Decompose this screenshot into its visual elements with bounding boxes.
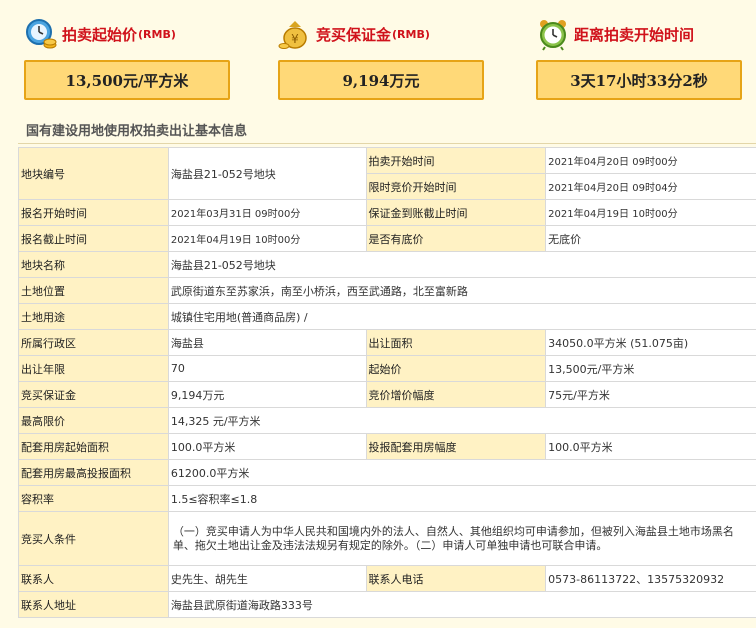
section-divider (18, 143, 756, 144)
alarm-clock-icon (536, 17, 570, 51)
money-bag-icon: ¥ (278, 17, 312, 51)
deposit-block: ¥ 竞买保证金 (RMB) 9,194万元 (278, 0, 498, 110)
location-label: 土地位置 (18, 277, 169, 304)
limit-bid-start-value: 2021年04月20日 09时04分 (545, 173, 756, 200)
location-value: 武原街道东至苏家浜，南至小桥浜，西至武通路，北至富新路 (167, 277, 756, 304)
reserve-label: 是否有底价 (365, 225, 547, 252)
section-title: 国有建设用地使用权拍卖出让基本信息 (26, 124, 248, 139)
table-row: 容积率 1.5≤容积率≤1.8 (18, 485, 756, 512)
deposit-unit-tag: (RMB) (392, 27, 430, 41)
auction-summary: 拍卖起始价 (RMB) 13,500元/平方米 ¥ 竞买保证金 (RMB) 9,… (0, 0, 756, 110)
auction-start-value: 2021年04月20日 09时00分 (545, 147, 756, 174)
countdown-value: 3天17小时33分2秒 (536, 60, 742, 100)
address-value: 海盐县武原街道海政路333号 (167, 591, 756, 618)
table-row: 报名截止时间 2021年04月19日 10时00分 是否有底价 无底价 (18, 225, 756, 252)
housing-max-value: 61200.0平方米 (167, 459, 756, 486)
term-value: 70 (167, 355, 367, 382)
deposit-label: 竞买保证金 (316, 25, 392, 44)
area-label: 出让面积 (365, 329, 547, 356)
clock-money-icon (24, 17, 58, 51)
land-info-table: 地块编号 海盐县21-052号地块 拍卖开始时间 2021年04月20日 09时… (18, 147, 756, 618)
limit-bid-start-label: 限时竞价开始时间 (365, 173, 547, 200)
auction-start-label: 拍卖开始时间 (365, 147, 547, 174)
district-label: 所属行政区 (18, 329, 169, 356)
table-row: 地块编号 海盐县21-052号地块 拍卖开始时间 2021年04月20日 09时… (18, 147, 756, 200)
contact-value: 史先生、胡先生 (167, 565, 367, 592)
conditions-value: （一）竞买申请人为中华人民共和国境内外的法人、自然人、其他组织均可申请参加，但被… (167, 511, 756, 566)
start-price-row-label: 起始价 (365, 355, 547, 382)
plot-name-value: 海盐县21-052号地块 (167, 251, 756, 278)
conditions-label: 竞买人条件 (18, 511, 169, 566)
deposit-deadline-value: 2021年04月19日 10时00分 (545, 199, 756, 226)
district-value: 海盐县 (167, 329, 367, 356)
table-row: 所属行政区 海盐县 出让面积 34050.0平方米 (51.075亩) (18, 329, 756, 356)
housing-increment-value: 100.0平方米 (545, 433, 756, 460)
table-row: 报名开始时间 2021年03月31日 09时00分 保证金到账截止时间 2021… (18, 199, 756, 226)
contact-label: 联系人 (18, 565, 169, 592)
bid-deposit-label: 竞买保证金 (18, 381, 169, 408)
housing-start-area-value: 100.0平方米 (167, 433, 367, 460)
term-label: 出让年限 (18, 355, 169, 382)
increment-value: 75元/平方米 (545, 381, 756, 408)
start-price-label: 拍卖起始价 (62, 25, 138, 44)
plot-name-label: 地块名称 (18, 251, 169, 278)
phone-value: 0573-86113722、13575320932 (545, 565, 756, 592)
housing-start-area-label: 配套用房起始面积 (18, 433, 169, 460)
table-row: 竞买人条件 （一）竞买申请人为中华人民共和国境内外的法人、自然人、其他组织均可申… (18, 511, 756, 566)
svg-text:¥: ¥ (291, 32, 299, 46)
table-row: 土地用途 城镇住宅用地(普通商品房) / (18, 303, 756, 330)
housing-increment-label: 投报配套用房幅度 (365, 433, 547, 460)
start-price-block: 拍卖起始价 (RMB) 13,500元/平方米 (24, 0, 244, 110)
deposit-value: 9,194万元 (278, 60, 484, 100)
phone-label: 联系人电话 (365, 565, 547, 592)
housing-max-label: 配套用房最高投报面积 (18, 459, 169, 486)
table-row: 土地位置 武原街道东至苏家浜，南至小桥浜，西至武通路，北至富新路 (18, 277, 756, 304)
countdown-label: 距离拍卖开始时间 (574, 25, 695, 44)
far-label: 容积率 (18, 485, 169, 512)
increment-label: 竞价增价幅度 (365, 381, 547, 408)
start-price-row-value: 13,500元/平方米 (545, 355, 756, 382)
usage-value: 城镇住宅用地(普通商品房) / (167, 303, 756, 330)
reg-end-value: 2021年04月19日 10时00分 (167, 225, 367, 252)
table-row: 配套用房最高投报面积 61200.0平方米 (18, 459, 756, 486)
reg-start-label: 报名开始时间 (18, 199, 169, 226)
start-price-value: 13,500元/平方米 (24, 60, 230, 100)
max-price-label: 最高限价 (18, 407, 169, 434)
area-value: 34050.0平方米 (51.075亩) (545, 329, 756, 356)
start-price-unit-tag: (RMB) (138, 27, 176, 41)
usage-label: 土地用途 (18, 303, 169, 330)
bid-deposit-value: 9,194万元 (167, 381, 367, 408)
plot-no-value: 海盐县21-052号地块 (167, 147, 367, 200)
table-row: 联系人地址 海盐县武原街道海政路333号 (18, 591, 756, 618)
reg-end-label: 报名截止时间 (18, 225, 169, 252)
table-row: 出让年限 70 起始价 13,500元/平方米 (18, 355, 756, 382)
table-row: 配套用房起始面积 100.0平方米 投报配套用房幅度 100.0平方米 (18, 433, 756, 460)
table-row: 最高限价 14,325 元/平方米 (18, 407, 756, 434)
countdown-block: 距离拍卖开始时间 3天17小时33分2秒 (536, 0, 756, 110)
table-row: 地块名称 海盐县21-052号地块 (18, 251, 756, 278)
address-label: 联系人地址 (18, 591, 169, 618)
reg-start-value: 2021年03月31日 09时00分 (167, 199, 367, 226)
far-value: 1.5≤容积率≤1.8 (167, 485, 756, 512)
reserve-value: 无底价 (545, 225, 756, 252)
table-row: 联系人 史先生、胡先生 联系人电话 0573-86113722、13575320… (18, 565, 756, 592)
plot-no-label: 地块编号 (18, 147, 169, 200)
deposit-deadline-label: 保证金到账截止时间 (365, 199, 547, 226)
table-row: 竞买保证金 9,194万元 竞价增价幅度 75元/平方米 (18, 381, 756, 408)
max-price-value: 14,325 元/平方米 (167, 407, 756, 434)
